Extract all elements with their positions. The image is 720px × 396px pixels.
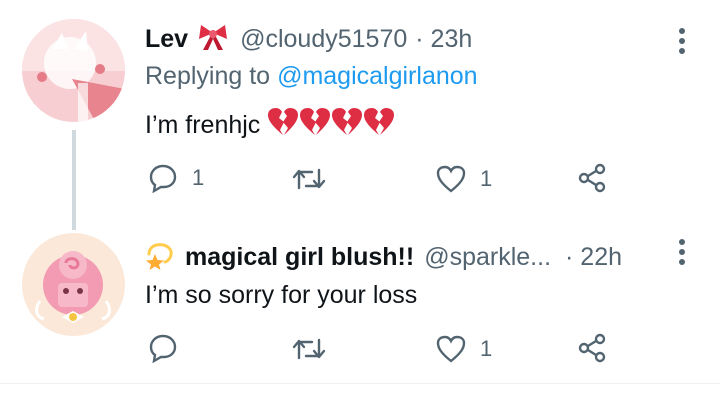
reply-count: 1 <box>192 165 205 190</box>
like-button[interactable]: 1 <box>436 335 492 363</box>
replying-to-handle[interactable]: @magicalgirlanon <box>277 62 477 91</box>
dizzy-star-icon <box>145 240 175 275</box>
tweet-header: Lev @cloudy51570 · 23h <box>145 23 472 56</box>
tweet-divider <box>0 383 720 384</box>
reply-icon <box>149 334 177 363</box>
ribbon-icon <box>198 23 228 56</box>
share-icon <box>578 333 606 363</box>
user-handle[interactable]: @cloudy51570 <box>240 25 407 54</box>
reply-button[interactable]: 1 <box>148 163 204 193</box>
display-name[interactable]: Lev <box>145 25 188 54</box>
broken-heart-icon <box>332 108 363 143</box>
avatar-magical-girl-blush[interactable] <box>22 233 125 336</box>
heart-icon <box>436 165 466 193</box>
more-options-icon[interactable] <box>678 239 686 269</box>
share-button[interactable] <box>577 163 607 193</box>
replying-to-label: Replying to <box>145 62 271 90</box>
tweet-text: I’m frenhjc <box>145 111 261 139</box>
like-count: 1 <box>480 166 493 191</box>
replying-to-line: Replying to @magicalgirlanon <box>145 62 478 91</box>
retweet-icon <box>292 338 326 360</box>
retweet-icon <box>292 168 326 190</box>
more-options-icon[interactable] <box>678 28 686 58</box>
share-icon <box>578 163 606 193</box>
reply-icon <box>149 164 177 193</box>
broken-heart-icon <box>268 108 299 143</box>
retweet-button[interactable] <box>292 336 340 362</box>
tweet-text-row: I’m so sorry for your loss <box>145 281 417 310</box>
share-button[interactable] <box>577 333 607 363</box>
retweet-button[interactable] <box>292 166 340 192</box>
broken-heart-icon <box>300 108 331 143</box>
thread-connector-line <box>72 130 76 230</box>
broken-heart-icon <box>364 108 395 143</box>
tweet-header: magical girl blush!! @sparkle... · 22h <box>145 240 622 275</box>
avatar-lev[interactable] <box>22 19 125 122</box>
reply-button[interactable] <box>148 333 192 363</box>
display-name[interactable]: magical girl blush!! <box>185 243 414 272</box>
heart-icon <box>436 335 466 363</box>
user-handle[interactable]: @sparkle... <box>424 243 551 272</box>
like-button[interactable]: 1 <box>436 165 492 193</box>
like-count: 1 <box>480 336 493 361</box>
tweet-text-row: I’m frenhjc <box>145 108 395 143</box>
tweet-text: I’m so sorry for your loss <box>145 281 418 309</box>
timestamp[interactable]: · 23h <box>415 25 472 54</box>
timestamp[interactable]: · 22h <box>565 243 622 272</box>
